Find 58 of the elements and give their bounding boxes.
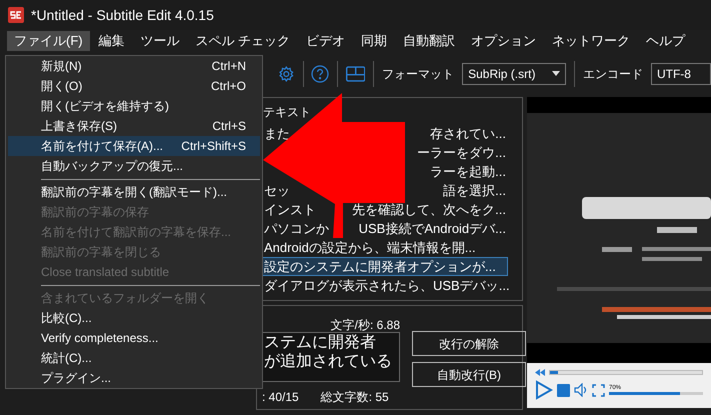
menu-bar-item[interactable]: 自動翻訳 <box>396 31 462 51</box>
text-line: ステムに開発者 <box>264 333 377 352</box>
play-icon[interactable] <box>535 380 553 400</box>
menu-bar-item[interactable]: ヘルプ <box>639 31 692 51</box>
encoding-label: エンコード <box>582 66 643 82</box>
menu-item[interactable]: 開く(O) Ctrl+O <box>8 76 260 96</box>
subtitle-text: セッ <box>264 182 290 200</box>
volume-icon[interactable] <box>574 383 588 397</box>
editor-button[interactable]: 改行の解除 <box>412 331 526 356</box>
editor-button[interactable]: 自動改行(B) <box>412 362 526 387</box>
format-label: フォーマット <box>382 66 454 82</box>
menu-item[interactable]: 自動バックアップの復元... <box>8 156 260 176</box>
menu-bar-item[interactable]: ファイル(F) <box>7 31 90 51</box>
subtitle-text: パソコンか <box>264 220 329 238</box>
subtitle-text-box[interactable]: ステムに開発者 が追加されている <box>262 332 400 382</box>
seek-bar[interactable] <box>549 370 703 375</box>
subtitle-row[interactable]: パソコンか USB接続でAndroidデバ... <box>262 219 508 238</box>
menu-bar-item[interactable]: スペル チェック <box>188 31 298 51</box>
menu-bar-item[interactable]: 同期 <box>354 31 394 51</box>
app-logo-icon <box>8 7 24 23</box>
text-line: が追加されている <box>264 352 393 371</box>
subtitle-text: 存されてい... <box>430 124 506 143</box>
subtitle-row[interactable]: インスト 先を確認して、次へをク... <box>262 200 508 219</box>
subtitle-text: ラーを起動... <box>430 162 506 181</box>
volume-slider[interactable] <box>609 392 703 395</box>
encoding-dropdown[interactable]: UTF-8 <box>650 62 711 84</box>
menu-item[interactable]: 上書き保存(S) Ctrl+S <box>8 116 260 136</box>
subtitle-text: 先を確認して、次へをク... <box>352 200 506 219</box>
menu-bar-item[interactable]: 編集 <box>92 31 132 51</box>
format-dropdown[interactable]: SubRip (.srt) <box>462 62 566 84</box>
menu-item[interactable]: 翻訳前の字幕を開く(翻訳モード)... <box>8 182 260 202</box>
subtitle-text: USB接続でAndroidデバ... <box>358 220 506 238</box>
menu-bar-item[interactable]: ビデオ <box>299 31 352 51</box>
subtitle-row[interactable]: セッ 語を選択... <box>262 181 508 200</box>
menu-bar-item[interactable]: ツール <box>134 31 187 51</box>
menu-item[interactable]: 開く(ビデオを維持する) <box>8 96 260 116</box>
rewind-icon[interactable] <box>535 369 545 376</box>
menu-item[interactable]: 名前を付けて保存(A)... Ctrl+Shift+S <box>8 136 260 156</box>
total-chars: 総文字数: 55 <box>320 389 389 406</box>
menu-item[interactable]: 新規(N) Ctrl+N <box>8 56 260 76</box>
menu-item[interactable]: プラグイン... <box>8 368 260 388</box>
caret-icon <box>552 71 560 76</box>
column-header: テキスト <box>262 104 312 121</box>
stop-icon[interactable] <box>557 384 570 396</box>
subtitle-text: インスト <box>264 200 316 219</box>
menu-item[interactable]: 比較(C)... <box>8 308 260 328</box>
fullscreen-icon[interactable] <box>592 384 605 396</box>
window-title: *Untitled - Subtitle Edit 4.0.15 <box>31 6 214 24</box>
line-length: : 40/15 <box>262 389 299 406</box>
menu-item[interactable]: 統計(C)... <box>8 348 260 368</box>
chars-per-second: 文字/秒: 6.88 <box>330 317 400 332</box>
subtitle-text: ーラーをダウ... <box>417 144 506 162</box>
subtitle-text: 語を選択... <box>443 182 506 200</box>
menu-item[interactable]: Verify completeness... <box>8 328 260 348</box>
subtitle-text: また <box>264 124 290 143</box>
subtitle-text: Androidの設定から、端末情報を開... <box>264 238 476 257</box>
menu-bar-item[interactable]: オプション <box>464 31 544 51</box>
menu-bar-item[interactable]: ネットワーク <box>545 31 638 51</box>
